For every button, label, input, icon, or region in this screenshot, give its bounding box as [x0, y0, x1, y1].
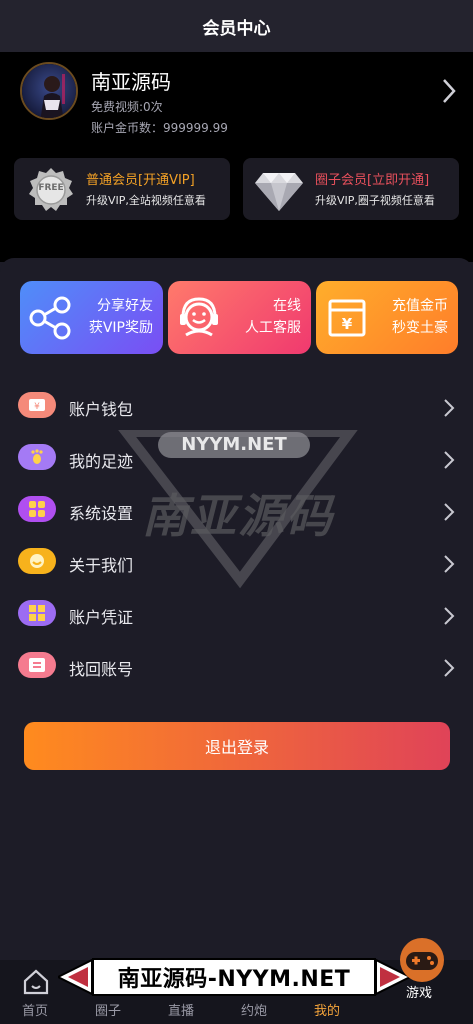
site-banner: 南亚源码-NYYM.NET	[58, 956, 410, 998]
user-section: 南亚源码 免费视频:0次 账户金币数：999999.99 FREE 普通会员[开…	[0, 52, 473, 262]
chevron-right-icon	[443, 398, 455, 422]
menu-item-about[interactable]: 关于我们	[0, 540, 473, 586]
banner-text: 南亚源码-NYYM.NET	[92, 958, 376, 996]
normal-vip-card[interactable]: FREE 普通会员[开通VIP] 升级VIP,全站视频任意看	[14, 158, 230, 220]
share-line1: 分享好友	[97, 298, 153, 314]
username: 南亚源码	[91, 70, 171, 94]
normal-vip-title: 普通会员[开通VIP]	[86, 173, 195, 188]
credential-icon	[18, 600, 56, 626]
circle-vip-card[interactable]: 圈子会员[立即开通] 升级VIP,圈子视频任意看	[243, 158, 459, 220]
game-button[interactable]: 游戏	[392, 936, 452, 1006]
settings-grid-icon	[18, 496, 56, 522]
free-badge-icon: FREE	[28, 167, 74, 213]
recharge-line2: 秒变土豪	[392, 320, 448, 336]
menu-label: 找回账号	[69, 660, 134, 679]
service-line2: 人工客服	[245, 320, 301, 336]
menu-label: 账户凭证	[69, 608, 134, 627]
menu-item-credential[interactable]: 账户凭证	[0, 592, 473, 638]
logout-button[interactable]: 退出登录	[24, 722, 450, 770]
home-icon[interactable]	[22, 968, 50, 996]
main-panel	[0, 258, 473, 1024]
menu-item-settings[interactable]: 系统设置	[0, 488, 473, 534]
chevron-right-icon	[443, 450, 455, 474]
recharge-coins-card[interactable]: ¥ 充值金币 秒变土豪	[316, 281, 458, 354]
share-icon	[26, 293, 76, 343]
chevron-right-icon	[443, 502, 455, 526]
free-badge-text: FREE	[38, 183, 64, 193]
circle-vip-desc: 升级VIP,圈子视频任意看	[315, 194, 435, 207]
about-icon	[18, 548, 56, 574]
chevron-right-icon	[443, 554, 455, 578]
chevron-right-icon	[443, 606, 455, 630]
menu-label: 系统设置	[69, 504, 134, 523]
svg-text:¥: ¥	[34, 402, 40, 412]
recover-account-icon	[18, 652, 56, 678]
tab-home[interactable]: 首页	[22, 1000, 48, 1019]
page-header: 会员中心	[0, 0, 473, 52]
circle-vip-title: 圈子会员[立即开通]	[315, 173, 430, 188]
game-label: 游戏	[406, 986, 433, 1001]
chevron-right-icon[interactable]	[441, 78, 457, 108]
svg-text:¥: ¥	[342, 315, 353, 333]
menu-item-wallet[interactable]: ¥ 账户钱包	[0, 384, 473, 430]
share-friends-card[interactable]: 分享好友 获VIP奖励	[20, 281, 163, 354]
menu-label: 账户钱包	[69, 400, 134, 419]
menu-item-history[interactable]: 我的足迹	[0, 436, 473, 482]
footprint-icon	[18, 444, 56, 470]
page-title: 会员中心	[202, 18, 271, 39]
wallet-icon: ¥	[18, 392, 56, 418]
menu-label: 关于我们	[69, 556, 134, 575]
coin-balance: 账户金币数：999999.99	[91, 121, 228, 135]
menu-label: 我的足迹	[69, 452, 134, 471]
normal-vip-desc: 升级VIP,全站视频任意看	[86, 194, 206, 207]
yen-box-icon: ¥	[322, 293, 372, 343]
tab-mine[interactable]: 我的	[314, 1000, 340, 1019]
free-video-count: 免费视频:0次	[91, 100, 163, 114]
tab-dating[interactable]: 约炮	[241, 1000, 267, 1019]
headset-agent-icon	[174, 293, 224, 343]
recharge-line1: 充值金币	[392, 298, 448, 314]
service-line1: 在线	[273, 298, 301, 314]
share-line2: 获VIP奖励	[88, 320, 153, 336]
customer-service-card[interactable]: 在线 人工客服	[168, 281, 311, 354]
tab-live[interactable]: 直播	[168, 1000, 194, 1019]
diamond-icon	[253, 167, 303, 213]
avatar[interactable]	[20, 62, 78, 120]
menu-item-recover-account[interactable]: 找回账号	[0, 644, 473, 690]
chevron-right-icon	[443, 658, 455, 682]
tab-circle[interactable]: 圈子	[95, 1000, 121, 1019]
